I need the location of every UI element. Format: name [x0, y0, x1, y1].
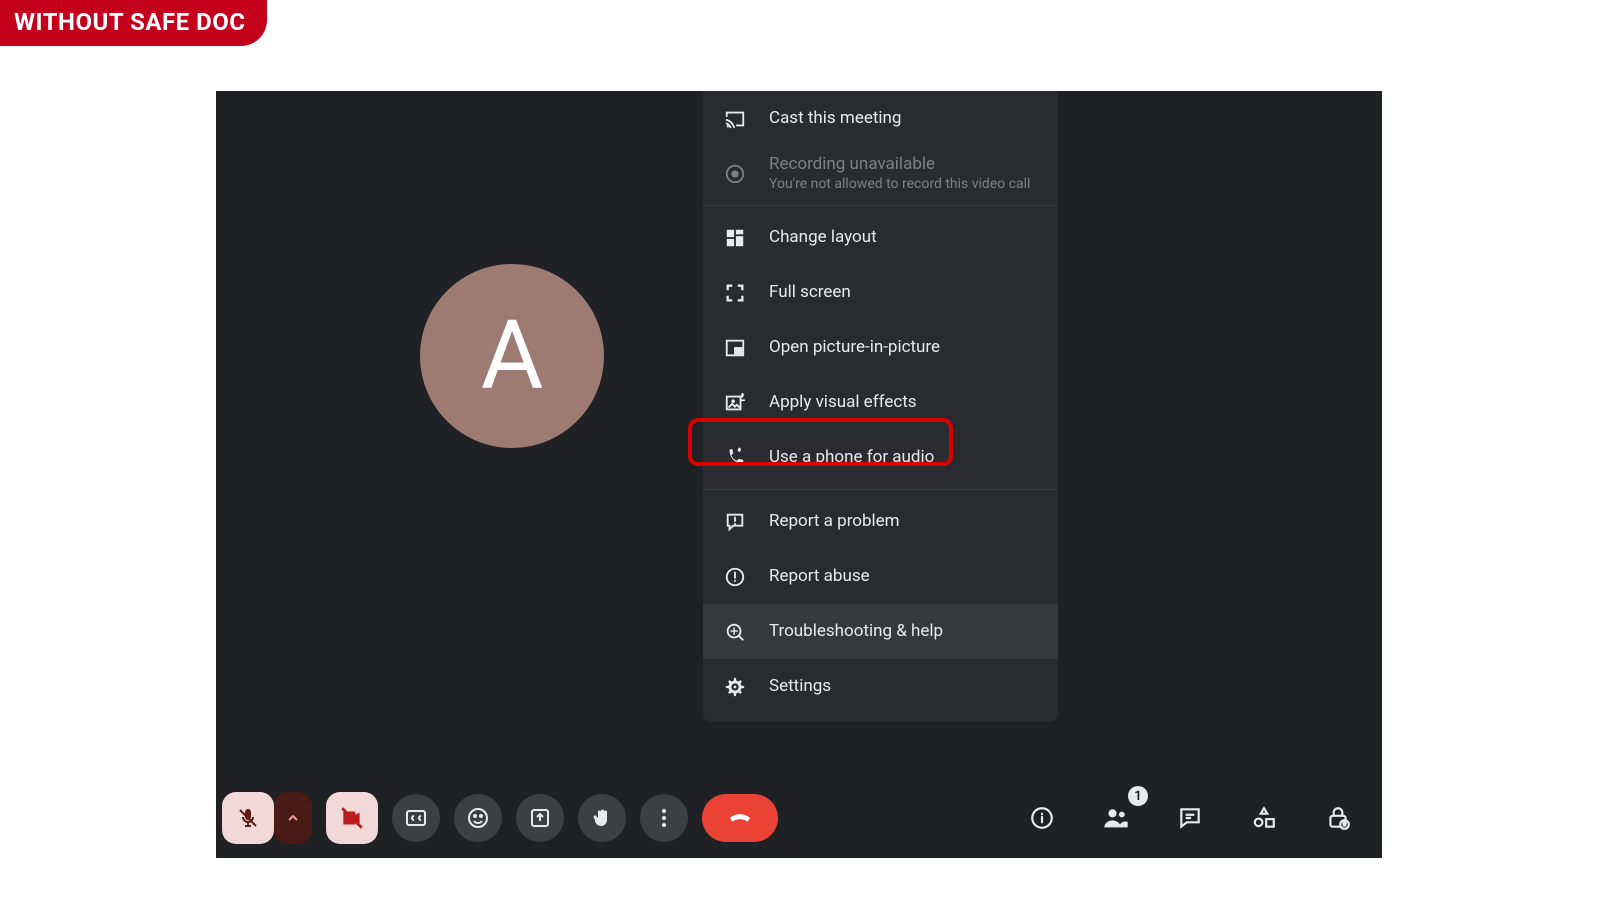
menu-item-phone[interactable]: Use a phone for audio	[703, 430, 1058, 485]
meeting-toolbar: 1	[216, 778, 1382, 858]
menu-item-recording: Recording unavailable You're not allowed…	[703, 146, 1058, 201]
raise-hand-button[interactable]	[578, 794, 626, 842]
present-icon	[528, 806, 552, 830]
phone-audio-icon	[723, 446, 747, 470]
gear-icon	[723, 675, 747, 699]
abuse-icon	[723, 565, 747, 589]
menu-label: Apply visual effects	[769, 391, 917, 413]
emoji-icon	[466, 806, 490, 830]
menu-divider	[703, 205, 1058, 206]
people-button[interactable]: 1	[1092, 794, 1140, 842]
more-options-menu: Cast this meeting Recording unavailable …	[703, 91, 1058, 722]
menu-item-fullscreen[interactable]: Full screen	[703, 265, 1058, 320]
layout-icon	[723, 226, 747, 250]
menu-label: Report abuse	[769, 565, 870, 587]
leave-call-button[interactable]	[702, 794, 778, 842]
menu-label: Open picture-in-picture	[769, 336, 940, 358]
menu-divider	[703, 489, 1058, 490]
reactions-button[interactable]	[454, 794, 502, 842]
camera-toggle-button[interactable]	[326, 792, 378, 844]
menu-item-settings[interactable]: Settings	[703, 659, 1058, 714]
avatar: A	[420, 264, 604, 448]
mic-options-button[interactable]	[274, 792, 312, 844]
hand-icon	[590, 806, 614, 830]
menu-label: Recording unavailable	[769, 153, 1030, 175]
menu-item-effects[interactable]: Apply visual effects	[703, 375, 1058, 430]
chat-button[interactable]	[1166, 794, 1214, 842]
cast-icon	[723, 107, 747, 131]
mic-off-icon	[236, 806, 260, 830]
menu-label: Cast this meeting	[769, 107, 901, 129]
info-icon	[1029, 805, 1055, 831]
menu-item-cast[interactable]: Cast this meeting	[703, 91, 1058, 146]
menu-item-layout[interactable]: Change layout	[703, 210, 1058, 265]
menu-sublabel: You're not allowed to record this video …	[769, 175, 1030, 193]
menu-label: Full screen	[769, 281, 851, 303]
menu-label: Report a problem	[769, 510, 900, 532]
more-vert-icon	[652, 806, 676, 830]
chevron-up-icon	[285, 810, 301, 826]
safe-doc-badge: WITHOUT SAFE DOC	[0, 0, 267, 46]
menu-label: Settings	[769, 675, 831, 697]
feedback-icon	[723, 510, 747, 534]
menu-label: Troubleshooting & help	[769, 620, 943, 642]
chat-icon	[1177, 805, 1203, 831]
menu-item-report[interactable]: Report a problem	[703, 494, 1058, 549]
more-options-button[interactable]	[640, 794, 688, 842]
pip-icon	[723, 336, 747, 360]
lock-icon	[1325, 805, 1351, 831]
captions-button[interactable]	[392, 794, 440, 842]
menu-item-pip[interactable]: Open picture-in-picture	[703, 320, 1058, 375]
activities-icon	[1251, 805, 1277, 831]
present-button[interactable]	[516, 794, 564, 842]
activities-button[interactable]	[1240, 794, 1288, 842]
people-icon	[1102, 804, 1130, 832]
hangup-icon	[725, 803, 755, 833]
menu-item-abuse[interactable]: Report abuse	[703, 549, 1058, 604]
captions-icon	[404, 806, 428, 830]
effects-icon	[723, 391, 747, 415]
cam-off-icon	[339, 805, 365, 831]
record-icon	[723, 162, 747, 186]
toolbar-left	[222, 792, 778, 844]
menu-label: Change layout	[769, 226, 877, 248]
fullscreen-icon	[723, 281, 747, 305]
avatar-letter: A	[481, 300, 544, 412]
people-count-badge: 1	[1128, 786, 1148, 806]
mic-toggle-button[interactable]	[222, 792, 274, 844]
meeting-info-button[interactable]	[1018, 794, 1066, 842]
toolbar-right: 1	[1018, 794, 1362, 842]
menu-item-help[interactable]: Troubleshooting & help	[703, 604, 1058, 659]
safe-doc-label: WITHOUT SAFE DOC	[14, 8, 245, 36]
host-controls-button[interactable]	[1314, 794, 1362, 842]
menu-label: Use a phone for audio	[769, 446, 934, 468]
meet-window: A Cast this meeting Recording unavailabl…	[216, 91, 1382, 858]
help-icon	[723, 620, 747, 644]
